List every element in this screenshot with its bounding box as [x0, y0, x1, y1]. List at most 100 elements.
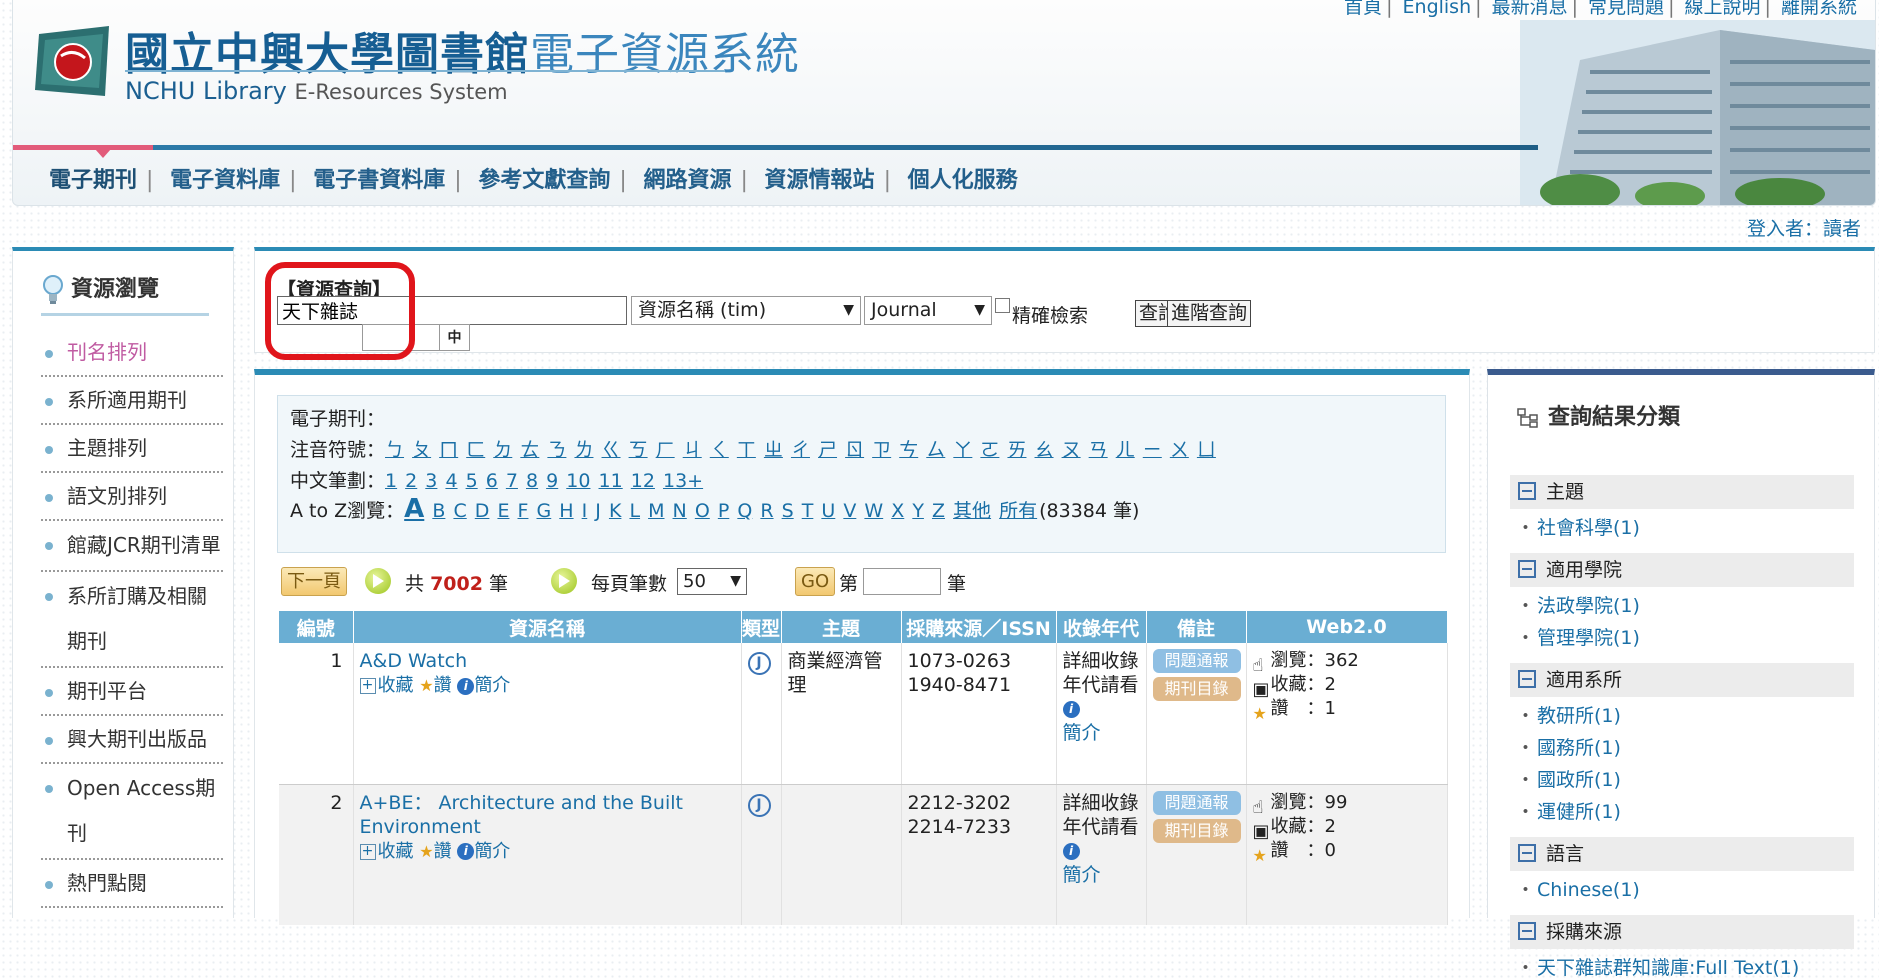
sidebar-item-open-access[interactable]: Open Access期刊: [41, 764, 223, 860]
zhuyin-link-13[interactable]: ㄒ: [737, 439, 756, 461]
collect-link[interactable]: 收藏: [378, 841, 414, 862]
coverage-intro-link[interactable]: 簡介: [1063, 722, 1101, 744]
journal-title-link[interactable]: A+BE： Architecture and the Built Environ…: [360, 792, 683, 838]
zhuyin-link-10[interactable]: ㄏ: [656, 439, 675, 461]
az-link-0[interactable]: B: [432, 500, 445, 522]
az-link-20[interactable]: V: [843, 500, 856, 522]
stroke-link-6[interactable]: 7: [506, 470, 518, 492]
nav-reference[interactable]: 參考文獻查詢: [478, 162, 610, 194]
az-link-17[interactable]: S: [782, 500, 794, 522]
az-link-13[interactable]: O: [695, 500, 710, 522]
zhuyin-link-18[interactable]: ㄗ: [872, 439, 891, 461]
az-link-24[interactable]: Z: [932, 500, 945, 522]
az-link-7[interactable]: I: [582, 500, 588, 522]
facet-group-header[interactable]: 適用學院: [1510, 553, 1854, 587]
facet-item[interactable]: 天下雜誌群知識庫:Full Text(1): [1516, 953, 1799, 980]
sidebar-item-platforms[interactable]: 期刊平台: [41, 668, 223, 716]
nav-resource-news[interactable]: 資源情報站: [765, 162, 875, 194]
az-link-16[interactable]: R: [760, 500, 773, 522]
sidebar-item-popular[interactable]: 熱門點閱: [41, 860, 223, 908]
collapse-icon[interactable]: [1518, 843, 1536, 862]
zhuyin-link-3[interactable]: ㄈ: [466, 439, 485, 461]
az-link-8[interactable]: J: [595, 500, 601, 522]
az-link-9[interactable]: K: [609, 500, 621, 522]
report-problem-button[interactable]: 問題通報: [1152, 790, 1241, 815]
exact-search-checkbox[interactable]: [995, 298, 1010, 313]
zhuyin-link-21[interactable]: ㄚ: [953, 439, 972, 461]
facet-item[interactable]: 教研所(1): [1516, 701, 1621, 728]
zhuyin-link-5[interactable]: ㄊ: [520, 439, 539, 461]
az-link-4[interactable]: F: [518, 500, 529, 522]
journal-title-link[interactable]: A&D Watch: [360, 650, 468, 672]
stroke-link-11[interactable]: 12: [631, 470, 655, 492]
az-link-current[interactable]: A: [404, 494, 424, 524]
nav-databases[interactable]: 電子資料庫: [170, 162, 280, 194]
top-link-help[interactable]: 線上說明: [1685, 0, 1761, 18]
sidebar-item-language[interactable]: 語文別排列: [41, 473, 223, 521]
facet-group-header[interactable]: 主題: [1510, 475, 1854, 509]
per-page-select[interactable]: 50 ▼: [677, 568, 747, 595]
top-link-faq[interactable]: 常見問題: [1588, 0, 1664, 18]
az-link-1[interactable]: C: [453, 500, 466, 522]
collect-link[interactable]: 收藏: [378, 675, 414, 696]
zhuyin-link-20[interactable]: ㄙ: [926, 439, 945, 461]
top-link-logout[interactable]: 離開系統: [1781, 0, 1857, 18]
journal-toc-button[interactable]: 期刊目錄: [1152, 818, 1241, 843]
stroke-link-4[interactable]: 5: [466, 470, 478, 492]
stroke-link-5[interactable]: 6: [486, 470, 498, 492]
stroke-link-8[interactable]: 9: [546, 470, 558, 492]
stroke-link-1[interactable]: 2: [405, 470, 417, 492]
top-link-news[interactable]: 最新消息: [1492, 0, 1568, 18]
az-link-3[interactable]: E: [497, 500, 509, 522]
az-link-12[interactable]: N: [673, 500, 687, 522]
zhuyin-link-25[interactable]: ㄡ: [1062, 439, 1081, 461]
zhuyin-link-2[interactable]: ㄇ: [439, 439, 458, 461]
zhuyin-link-24[interactable]: ㄠ: [1035, 439, 1054, 461]
type-select[interactable]: Journal ▼: [864, 296, 992, 325]
zhuyin-link-22[interactable]: ㄛ: [980, 439, 999, 461]
zhuyin-link-7[interactable]: ㄌ: [574, 439, 593, 461]
nav-web-resources[interactable]: 網路資源: [643, 162, 731, 194]
stroke-link-7[interactable]: 8: [526, 470, 538, 492]
az-link-10[interactable]: L: [629, 500, 640, 522]
zhuyin-link-12[interactable]: ㄑ: [710, 439, 729, 461]
sidebar-item-subject[interactable]: 主題排列: [41, 425, 223, 473]
zhuyin-link-4[interactable]: ㄉ: [493, 439, 512, 461]
sidebar-item-nchu-publications[interactable]: 興大期刊出版品: [41, 716, 223, 764]
coverage-intro-link[interactable]: 簡介: [1063, 864, 1101, 886]
collapse-icon[interactable]: [1518, 669, 1536, 688]
az-link-14[interactable]: P: [718, 500, 729, 522]
facet-item[interactable]: 管理學院(1): [1516, 623, 1640, 650]
facet-item[interactable]: 法政學院(1): [1516, 591, 1640, 618]
stroke-link-3[interactable]: 4: [445, 470, 457, 492]
az-link-21[interactable]: W: [864, 500, 883, 522]
az-link-all[interactable]: 所有: [999, 500, 1037, 522]
like-link[interactable]: 讚: [434, 675, 452, 696]
az-link-5[interactable]: G: [537, 500, 552, 522]
nav-ejournals[interactable]: 電子期刊: [49, 162, 137, 194]
facet-item[interactable]: 國務所(1): [1516, 733, 1621, 760]
az-link-6[interactable]: H: [559, 500, 573, 522]
zhuyin-link-15[interactable]: ㄔ: [791, 439, 810, 461]
report-problem-button[interactable]: 問題通報: [1152, 649, 1241, 673]
top-link-home[interactable]: 首頁: [1344, 0, 1382, 18]
sidebar-item-dept-subscriptions[interactable]: 系所訂購及相關期刊: [41, 572, 223, 668]
stroke-link-9[interactable]: 10: [566, 470, 590, 492]
az-link-15[interactable]: Q: [737, 500, 752, 522]
field-select[interactable]: 資源名稱 (tim) ▼: [631, 296, 861, 325]
intro-link[interactable]: 簡介: [474, 841, 510, 862]
zhuyin-link-30[interactable]: ㄩ: [1197, 439, 1216, 461]
top-link-english[interactable]: English: [1403, 0, 1472, 18]
zhuyin-link-19[interactable]: ㄘ: [899, 439, 918, 461]
stroke-link-0[interactable]: 1: [385, 470, 397, 492]
advanced-search-button[interactable]: 進階查詢: [1167, 300, 1252, 327]
zhuyin-link-23[interactable]: ㄞ: [1007, 439, 1026, 461]
collapse-icon[interactable]: [1518, 559, 1536, 578]
facet-item[interactable]: 社會科學(1): [1516, 513, 1640, 540]
page-number-input[interactable]: [863, 568, 941, 595]
exact-search-option[interactable]: 精確檢索: [995, 298, 1088, 328]
zhuyin-link-29[interactable]: ㄨ: [1170, 439, 1189, 461]
facet-item[interactable]: Chinese(1): [1516, 875, 1640, 902]
zhuyin-link-28[interactable]: ㄧ: [1143, 439, 1162, 461]
az-link-22[interactable]: X: [891, 500, 904, 522]
